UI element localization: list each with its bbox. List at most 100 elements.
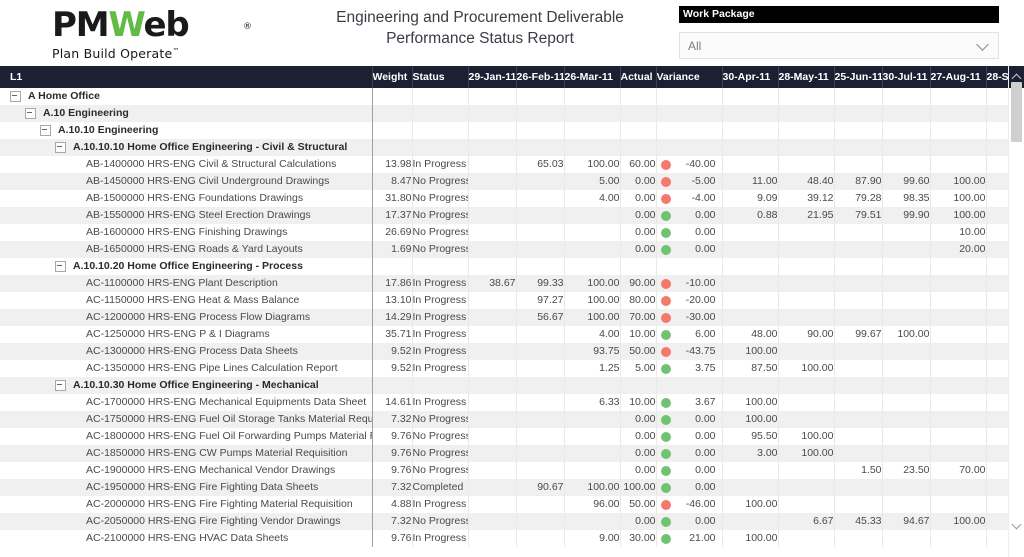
table-row[interactable]: AC-1850000 HRS-ENG CW Pumps Material Req…	[0, 445, 1024, 462]
row-label-cell: AC-1900000 HRS-ENG Mechanical Vendor Dra…	[0, 462, 373, 479]
cell-weight: 1.69	[372, 241, 413, 258]
cell-status: In Progress	[412, 275, 469, 292]
cell-c7: 98.35	[882, 190, 931, 207]
scroll-down-icon[interactable]	[1009, 518, 1024, 533]
cell-c4	[722, 292, 779, 309]
column-header-variance[interactable]: Variance	[656, 66, 723, 88]
cell-c3: 100.00	[564, 156, 621, 173]
table-row[interactable]: A.10.10.10 Home Office Engineering - Civ…	[0, 139, 1024, 156]
table-row[interactable]: AC-2100000 HRS-ENG HVAC Data Sheets 9.76 I…	[0, 530, 1024, 547]
table-row[interactable]: A.10.10 Engineering	[0, 122, 1024, 139]
cell-status	[412, 122, 469, 139]
cell-weight	[372, 377, 413, 394]
table-row[interactable]: AC-1950000 HRS-ENG Fire Fighting Data Sh…	[0, 479, 1024, 496]
cell-c4	[722, 377, 779, 394]
cell-c8	[930, 326, 987, 343]
table-row[interactable]: AB-1400000 HRS-ENG Civil & Structural Ca…	[0, 156, 1024, 173]
cell-actual	[620, 377, 657, 394]
table-row[interactable]: A.10.10.30 Home Office Engineering - Mec…	[0, 377, 1024, 394]
cell-c3: 100.00	[564, 309, 621, 326]
row-label-cell: AC-1800000 HRS-ENG Fuel Oil Forwarding P…	[0, 428, 373, 445]
table-row[interactable]: AC-1300000 HRS-ENG Process Data Sheets 9.…	[0, 343, 1024, 360]
registered-trademark-icon: ®	[243, 22, 252, 32]
row-label-cell: A.10.10.10 Home Office Engineering - Civ…	[0, 139, 373, 156]
cell-c8	[930, 156, 987, 173]
table-row[interactable]: AC-1700000 HRS-ENG Mechanical Equipments…	[0, 394, 1024, 411]
status-dot-behind-icon	[660, 346, 671, 357]
column-header-l1[interactable]: L1	[0, 66, 373, 88]
cell-c7	[882, 445, 931, 462]
cell-status: Completed	[412, 479, 469, 496]
cell-c8	[930, 309, 987, 326]
cell-c1	[468, 479, 517, 496]
table-row[interactable]: AC-1200000 HRS-ENG Process Flow Diagrams…	[0, 309, 1024, 326]
table-row[interactable]: AC-1250000 HRS-ENG P & I Diagrams 35.71 In…	[0, 326, 1024, 343]
collapse-toggle-icon[interactable]	[55, 142, 66, 153]
cell-c1	[468, 326, 517, 343]
vertical-scrollbar[interactable]	[1008, 66, 1024, 557]
table-row[interactable]: AB-1500000 HRS-ENG Foundations Drawings 3…	[0, 190, 1024, 207]
table-row[interactable]: AC-1800000 HRS-ENG Fuel Oil Forwarding P…	[0, 428, 1024, 445]
column-header-30-apr-11[interactable]: 30-Apr-11	[722, 66, 779, 88]
cell-status	[412, 88, 469, 105]
column-header-status[interactable]: Status	[412, 66, 469, 88]
column-header-26-feb-11[interactable]: 26-Feb-11	[516, 66, 565, 88]
table-row[interactable]: AC-1150000 HRS-ENG Heat & Mass Balance 13…	[0, 292, 1024, 309]
cell-c3: 96.00	[564, 496, 621, 513]
table-row[interactable]: AC-1900000 HRS-ENG Mechanical Vendor Dra…	[0, 462, 1024, 479]
collapse-toggle-icon[interactable]	[40, 125, 51, 136]
cell-c2	[516, 258, 565, 275]
status-dot-behind-icon	[660, 312, 671, 323]
collapse-toggle-icon[interactable]	[55, 261, 66, 272]
table-row[interactable]: A.10.10.20 Home Office Engineering - Pro…	[0, 258, 1024, 275]
deliverables-grid[interactable]: L1 Weight Status 29-Jan-11 26-Feb-11 26-…	[0, 66, 1024, 557]
cell-c7	[882, 394, 931, 411]
table-row[interactable]: AC-1750000 HRS-ENG Fuel Oil Storage Tank…	[0, 411, 1024, 428]
column-header-29-jan-11[interactable]: 29-Jan-11	[468, 66, 517, 88]
table-row[interactable]: AC-1350000 HRS-ENG Pipe Lines Calculatio…	[0, 360, 1024, 377]
cell-c2	[516, 513, 565, 530]
table-row[interactable]: AB-1650000 HRS-ENG Roads & Yard Layouts 1…	[0, 241, 1024, 258]
row-label-cell: AC-1200000 HRS-ENG Process Flow Diagrams	[0, 309, 373, 326]
column-header-27-aug-11[interactable]: 27-Aug-11	[930, 66, 987, 88]
table-row[interactable]: AB-1550000 HRS-ENG Steel Erection Drawin…	[0, 207, 1024, 224]
column-header-weight[interactable]: Weight	[372, 66, 413, 88]
table-row[interactable]: AB-1600000 HRS-ENG Finishing Drawings 26.…	[0, 224, 1024, 241]
cell-c4	[722, 241, 779, 258]
work-package-dropdown[interactable]: All	[679, 32, 999, 59]
scrollbar-thumb[interactable]	[1011, 82, 1022, 142]
cell-c6	[834, 394, 883, 411]
row-label-cell: AB-1400000 HRS-ENG Civil & Structural Ca…	[0, 156, 373, 173]
cell-c5	[778, 496, 835, 513]
column-header-28-may-11[interactable]: 28-May-11	[778, 66, 835, 88]
cell-status	[412, 139, 469, 156]
status-dot-behind-icon	[660, 499, 671, 510]
collapse-toggle-icon[interactable]	[10, 91, 21, 102]
collapse-toggle-icon[interactable]	[25, 108, 36, 119]
cell-c3	[564, 445, 621, 462]
table-row[interactable]: A.10 Engineering	[0, 105, 1024, 122]
table-row[interactable]: AC-2000000 HRS-ENG Fire Fighting Materia…	[0, 496, 1024, 513]
cell-c3	[564, 207, 621, 224]
cell-c2	[516, 530, 565, 547]
collapse-toggle-icon[interactable]	[55, 380, 66, 391]
row-label-cell: AB-1500000 HRS-ENG Foundations Drawings	[0, 190, 373, 207]
variance-value: 6.00	[695, 328, 716, 340]
table-row[interactable]: AC-2050000 HRS-ENG Fire Fighting Vendor …	[0, 513, 1024, 530]
column-header-26-mar-11[interactable]: 26-Mar-11	[564, 66, 621, 88]
cell-c2	[516, 88, 565, 105]
cell-actual: 80.00	[620, 292, 657, 309]
table-row[interactable]: A Home Office	[0, 88, 1024, 105]
cell-c4	[722, 513, 779, 530]
column-header-25-jun-11[interactable]: 25-Jun-11	[834, 66, 883, 88]
column-header-30-jul-11[interactable]: 30-Jul-11	[882, 66, 931, 88]
cell-status	[412, 258, 469, 275]
cell-c2	[516, 496, 565, 513]
cell-actual: 10.00	[620, 326, 657, 343]
cell-c6	[834, 156, 883, 173]
table-row[interactable]: AB-1450000 HRS-ENG Civil Underground Dra…	[0, 173, 1024, 190]
cell-c7	[882, 377, 931, 394]
status-dot-behind-icon	[660, 193, 671, 204]
column-header-actual[interactable]: Actual	[620, 66, 657, 88]
table-row[interactable]: AC-1100000 HRS-ENG Plant Description 17.8…	[0, 275, 1024, 292]
